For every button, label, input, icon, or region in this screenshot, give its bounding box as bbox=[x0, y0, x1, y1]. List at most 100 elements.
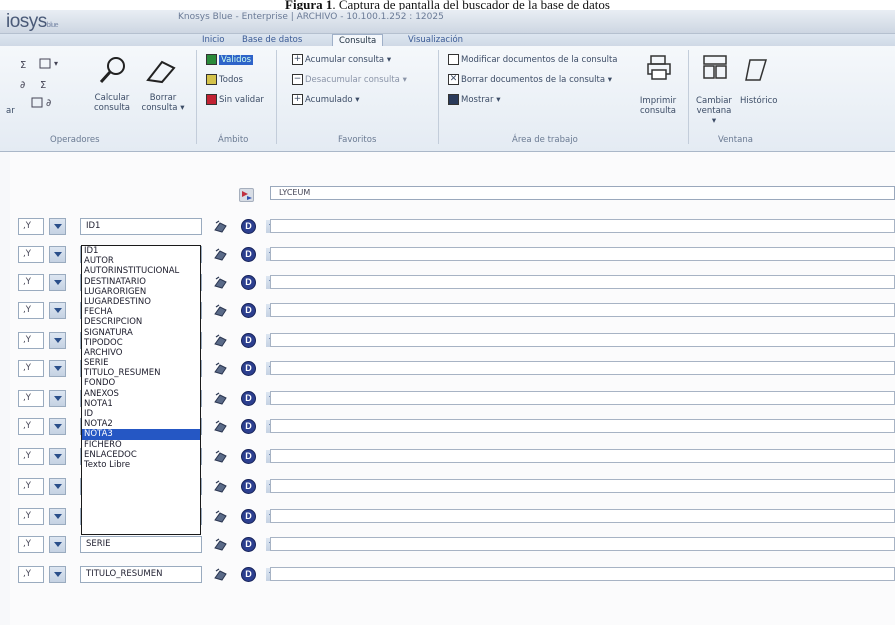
accumulate-query-button[interactable]: + Acumular consulta ▾ bbox=[292, 54, 391, 65]
query-value-input[interactable] bbox=[270, 537, 895, 551]
operator-dropdown-button[interactable] bbox=[49, 332, 66, 349]
delete-documents-button[interactable]: ✕ Borrar documentos de la consulta ▾ bbox=[448, 74, 612, 85]
operator-dropdown-button[interactable] bbox=[49, 274, 66, 291]
dropdown-option[interactable]: FICHERO bbox=[82, 440, 200, 450]
field-select[interactable]: SERIE bbox=[80, 536, 280, 553]
dropdown-option[interactable]: ARCHIVO bbox=[82, 348, 200, 358]
operator-icons[interactable]: Σ ▾ ∂ Σ ∂ bbox=[18, 56, 76, 114]
d-button[interactable]: D bbox=[241, 509, 256, 524]
dropdown-option[interactable]: NOTA2 bbox=[82, 419, 200, 429]
operator-select[interactable]: ,Y bbox=[18, 418, 44, 435]
query-value-input[interactable] bbox=[270, 247, 895, 261]
scope-sin-validar[interactable]: Sin validar bbox=[206, 94, 264, 105]
clear-row-icon[interactable] bbox=[213, 567, 228, 582]
calculate-query-button[interactable]: Calcular consulta bbox=[88, 93, 136, 113]
tab-inicio[interactable]: Inicio bbox=[196, 34, 231, 46]
operator-select[interactable]: ,Y bbox=[18, 218, 44, 235]
d-button[interactable]: D bbox=[241, 333, 256, 348]
scope-todos[interactable]: Todos bbox=[206, 74, 243, 85]
query-value-input[interactable] bbox=[270, 391, 895, 405]
show-button[interactable]: Mostrar ▾ bbox=[448, 94, 500, 105]
accumulated-button[interactable]: + Acumulado ▾ bbox=[292, 94, 360, 105]
printer-icon[interactable] bbox=[646, 54, 672, 82]
query-value-input[interactable] bbox=[270, 479, 895, 493]
dropdown-option[interactable]: SERIE bbox=[82, 358, 200, 368]
operator-select[interactable]: ,Y bbox=[18, 302, 44, 319]
dropdown-option[interactable]: LUGARDESTINO bbox=[82, 297, 200, 307]
dropdown-option[interactable]: ANEXOS bbox=[82, 389, 200, 399]
dropdown-option[interactable]: LUGARORIGEN bbox=[82, 287, 200, 297]
dropdown-option[interactable]: SIGNATURA bbox=[82, 328, 200, 338]
d-button[interactable]: D bbox=[241, 303, 256, 318]
print-query-button[interactable]: Imprimir consulta bbox=[638, 96, 678, 116]
dropdown-option[interactable]: DESCRIPCION bbox=[82, 317, 200, 327]
operator-select[interactable]: ,Y bbox=[18, 360, 44, 377]
calculate-query-icon[interactable] bbox=[98, 54, 128, 86]
operator-dropdown-button[interactable] bbox=[49, 536, 66, 553]
dropdown-option[interactable]: FONDO bbox=[82, 378, 200, 388]
operator-dropdown-button[interactable] bbox=[49, 478, 66, 495]
query-value-input[interactable] bbox=[270, 361, 895, 375]
dropdown-option[interactable]: AUTORINSTITUCIONAL bbox=[82, 266, 200, 276]
dropdown-option[interactable]: ID bbox=[82, 409, 200, 419]
clear-row-icon[interactable] bbox=[213, 275, 228, 290]
operator-dropdown-button[interactable] bbox=[49, 508, 66, 525]
operator-select[interactable]: ,Y bbox=[18, 246, 44, 263]
operator-select[interactable]: ,Y bbox=[18, 566, 44, 583]
dropdown-option[interactable]: Texto Libre bbox=[82, 460, 200, 470]
history-button[interactable]: Histórico bbox=[740, 96, 777, 106]
clear-row-icon[interactable] bbox=[213, 247, 228, 262]
operator-dropdown-button[interactable] bbox=[49, 302, 66, 319]
d-button[interactable]: D bbox=[241, 419, 256, 434]
query-value-input[interactable] bbox=[270, 567, 895, 581]
d-button[interactable]: D bbox=[241, 247, 256, 262]
operator-select[interactable]: ,Y bbox=[18, 478, 44, 495]
tab-visualizacion[interactable]: Visualización bbox=[402, 34, 469, 46]
query-value-input[interactable] bbox=[270, 219, 895, 233]
deaccumulate-query-button[interactable]: − Desacumular consulta ▾ bbox=[292, 74, 407, 85]
clear-row-icon[interactable] bbox=[213, 303, 228, 318]
clear-row-icon[interactable] bbox=[213, 537, 228, 552]
dropdown-option[interactable]: ENLACEDOC bbox=[82, 450, 200, 460]
d-button[interactable]: D bbox=[241, 361, 256, 376]
scope-validos[interactable]: Validos bbox=[206, 54, 254, 65]
operator-select[interactable]: ,Y bbox=[18, 448, 44, 465]
d-button[interactable]: D bbox=[241, 391, 256, 406]
d-button[interactable]: D bbox=[241, 449, 256, 464]
dropdown-option[interactable]: FECHA bbox=[82, 307, 200, 317]
d-button[interactable]: D bbox=[241, 479, 256, 494]
query-value-input[interactable] bbox=[270, 275, 895, 289]
operator-dropdown-button[interactable] bbox=[49, 566, 66, 583]
change-window-button[interactable]: Cambiar ventana ▾ bbox=[694, 96, 734, 126]
operator-dropdown-button[interactable] bbox=[49, 246, 66, 263]
dropdown-option[interactable]: TITULO_RESUMEN bbox=[82, 368, 200, 378]
query-value-input[interactable] bbox=[270, 449, 895, 463]
operator-select[interactable]: ,Y bbox=[18, 508, 44, 525]
clear-row-icon[interactable] bbox=[213, 449, 228, 464]
clear-row-icon[interactable] bbox=[213, 479, 228, 494]
clear-row-icon[interactable] bbox=[213, 333, 228, 348]
clear-query-button[interactable]: Borrar consulta ▾ bbox=[138, 93, 188, 113]
clear-row-icon[interactable] bbox=[213, 219, 228, 234]
dropdown-option[interactable]: ID1 bbox=[82, 246, 200, 256]
operator-select[interactable]: ,Y bbox=[18, 536, 44, 553]
query-value-input[interactable] bbox=[270, 419, 895, 433]
query-value-input[interactable] bbox=[270, 303, 895, 317]
d-button[interactable]: D bbox=[241, 537, 256, 552]
operator-select[interactable]: ,Y bbox=[18, 332, 44, 349]
clear-row-icon[interactable] bbox=[213, 419, 228, 434]
window-switch-icon[interactable] bbox=[702, 54, 730, 82]
clear-row-icon[interactable] bbox=[213, 509, 228, 524]
field-dropdown-list[interactable]: ID1 AUTOR AUTORINSTITUCIONAL DESTINATARIO LU… bbox=[81, 245, 201, 535]
dropdown-option[interactable]: TIPODOC bbox=[82, 338, 200, 348]
operator-select[interactable]: ,Y bbox=[18, 274, 44, 291]
operator-dropdown-button[interactable] bbox=[49, 218, 66, 235]
modify-documents-button[interactable]: Modificar documentos de la consulta bbox=[448, 54, 618, 65]
dropdown-option[interactable]: DESTINATARIO bbox=[82, 277, 200, 287]
d-button[interactable]: D bbox=[241, 275, 256, 290]
query-value-input[interactable] bbox=[270, 333, 895, 347]
d-button[interactable]: D bbox=[241, 567, 256, 582]
operator-dropdown-button[interactable] bbox=[49, 390, 66, 407]
database-flag-icon[interactable] bbox=[239, 188, 254, 202]
dropdown-option[interactable]: NOTA1 bbox=[82, 399, 200, 409]
